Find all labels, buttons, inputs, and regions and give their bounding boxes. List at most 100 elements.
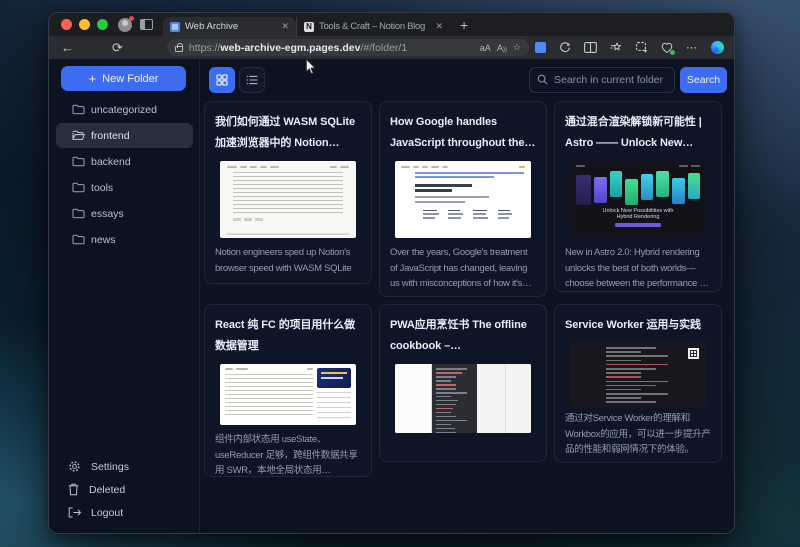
search-input[interactable] bbox=[529, 67, 675, 93]
toolbar-icons: ⋯ bbox=[535, 41, 724, 54]
favorite-star-icon[interactable]: ☆ bbox=[513, 42, 521, 53]
logout-icon bbox=[68, 507, 81, 518]
folder-label: uncategorized bbox=[91, 104, 157, 116]
thumb-table bbox=[423, 210, 525, 222]
grid-view-button[interactable] bbox=[209, 67, 235, 93]
menu-label: Logout bbox=[91, 507, 123, 519]
card-title: React 纯 FC 的项目用什么做数据管理 bbox=[215, 315, 361, 357]
list-view-button[interactable] bbox=[239, 67, 265, 93]
tab-panes-icon[interactable] bbox=[140, 19, 153, 30]
thumb-banner bbox=[317, 368, 351, 388]
card-title: How Google handles JavaScript throughout… bbox=[390, 112, 536, 154]
thumb-page-right bbox=[477, 364, 531, 433]
refresh-button[interactable]: ⟳ bbox=[112, 41, 123, 54]
minimize-window-button[interactable] bbox=[79, 19, 90, 30]
zoom-window-button[interactable] bbox=[97, 19, 108, 30]
card-wasm-sqlite[interactable]: 我们如何通过 WASM SQLite 加速浏览器中的 Notion ——… No… bbox=[204, 101, 372, 284]
tab-web-archive[interactable]: Web Archive ✕ bbox=[163, 17, 296, 36]
plus-icon: + bbox=[89, 72, 97, 85]
window-controls[interactable] bbox=[61, 19, 108, 30]
folder-icon bbox=[72, 182, 85, 193]
folder-open-icon bbox=[72, 130, 85, 141]
card-thumbnail bbox=[220, 161, 356, 238]
card-title: PWA应用烹饪书 The offline cookbook –… bbox=[390, 315, 536, 357]
web-capture-icon[interactable] bbox=[636, 42, 648, 53]
card-description: New in Astro 2.0: Hybrid rendering unloc… bbox=[565, 245, 711, 292]
new-tab-button[interactable]: + bbox=[460, 18, 468, 32]
folder-label: tools bbox=[91, 182, 113, 194]
search-box bbox=[529, 67, 675, 93]
new-folder-label: New Folder bbox=[102, 73, 158, 85]
thumb-page-left bbox=[395, 364, 432, 433]
main-topbar: Search bbox=[200, 59, 734, 101]
folder-icon bbox=[72, 234, 85, 245]
sidebar-item-frontend[interactable]: frontend bbox=[56, 123, 193, 148]
browser-essentials-icon[interactable] bbox=[661, 42, 673, 54]
thumb-nav bbox=[225, 368, 313, 370]
settings-button[interactable]: Settings bbox=[49, 455, 199, 478]
thumb-code-block bbox=[432, 364, 477, 433]
tab-bar: Web Archive ✕ N Tools & Craft – Notion B… bbox=[49, 13, 734, 36]
tab-title: Tools & Craft – Notion Blog bbox=[319, 21, 430, 32]
thumb-screens bbox=[576, 171, 700, 205]
list-icon bbox=[246, 75, 258, 85]
sidebar-item-uncategorized[interactable]: uncategorized bbox=[56, 97, 193, 122]
folder-label: essays bbox=[91, 208, 124, 220]
folder-label: frontend bbox=[91, 130, 130, 142]
cards-grid: 我们如何通过 WASM SQLite 加速浏览器中的 Notion ——… No… bbox=[204, 101, 734, 477]
mouse-cursor bbox=[305, 58, 317, 75]
thumb-caption: Unlock New Possibilities with Hybrid Ren… bbox=[598, 208, 678, 221]
thumb-nav bbox=[401, 166, 525, 168]
settings-menu-icon[interactable]: ⋯ bbox=[686, 41, 698, 54]
profile-avatar[interactable] bbox=[118, 18, 132, 32]
folder-label: news bbox=[91, 234, 116, 246]
search-icon bbox=[537, 74, 548, 85]
thumb-qr-code bbox=[688, 348, 699, 359]
card-pwa-cookbook[interactable]: PWA应用烹饪书 The offline cookbook –… bbox=[379, 304, 547, 462]
back-button[interactable]: ← bbox=[61, 41, 74, 54]
card-title: 我们如何通过 WASM SQLite 加速浏览器中的 Notion ——… bbox=[215, 112, 361, 154]
card-astro-hybrid[interactable]: 通过混合渲染解锁新可能性 | Astro —— Unlock New… Unlo… bbox=[554, 101, 722, 292]
workspaces-icon[interactable] bbox=[535, 42, 546, 53]
card-thumbnail bbox=[220, 364, 356, 425]
tab-notion-blog[interactable]: N Tools & Craft – Notion Blog ✕ bbox=[296, 17, 450, 36]
tab-title: Web Archive bbox=[185, 21, 276, 32]
grid-icon bbox=[216, 74, 228, 86]
sidebar-item-essays[interactable]: essays bbox=[56, 201, 193, 226]
address-bar[interactable]: https://web-archive-egm.pages.dev/#/fold… bbox=[167, 39, 529, 56]
sidebar-item-tools[interactable]: tools bbox=[56, 175, 193, 200]
close-window-button[interactable] bbox=[61, 19, 72, 30]
sidebar-item-news[interactable]: news bbox=[56, 227, 193, 252]
history-icon[interactable] bbox=[559, 42, 571, 54]
thumb-caption-bar bbox=[615, 223, 661, 227]
logout-button[interactable]: Logout bbox=[49, 501, 199, 524]
thumb-content bbox=[225, 368, 313, 421]
thumb-footer bbox=[227, 233, 349, 235]
new-folder-button[interactable]: + New Folder bbox=[61, 66, 186, 91]
read-aloud-icon[interactable]: A)) bbox=[497, 43, 507, 53]
copilot-icon[interactable] bbox=[711, 41, 724, 54]
browser-toolbar: ← ⟳ https://web-archive-egm.pages.dev/#/… bbox=[49, 36, 734, 59]
card-react-fc[interactable]: React 纯 FC 的项目用什么做数据管理 组件内部状态用 useState、… bbox=[204, 304, 372, 477]
search-button[interactable]: Search bbox=[680, 67, 727, 93]
notion-favicon: N bbox=[304, 22, 314, 32]
browser-window: Web Archive ✕ N Tools & Craft – Notion B… bbox=[48, 12, 735, 534]
deleted-button[interactable]: Deleted bbox=[49, 478, 199, 501]
card-description: Notion engineers sped up Notion's browse… bbox=[215, 245, 361, 276]
sidebar-item-backend[interactable]: backend bbox=[56, 149, 193, 174]
thumb-nav bbox=[576, 165, 700, 167]
menu-label: Deleted bbox=[89, 484, 125, 496]
card-thumbnail bbox=[570, 342, 706, 407]
search-area: Search bbox=[529, 67, 727, 93]
card-description: Over the years, Google's treatment of Ja… bbox=[390, 245, 536, 292]
split-screen-icon[interactable] bbox=[584, 42, 597, 53]
close-tab-icon[interactable]: ✕ bbox=[435, 21, 443, 32]
lock-icon bbox=[175, 46, 183, 52]
card-google-javascript[interactable]: How Google handles JavaScript throughout… bbox=[379, 101, 547, 297]
thumb-nav bbox=[227, 166, 349, 168]
card-service-worker[interactable]: Service Worker 运用与实践 通过对Service Worker的理… bbox=[554, 304, 722, 463]
card-thumbnail bbox=[395, 161, 531, 238]
close-tab-icon[interactable]: ✕ bbox=[281, 21, 289, 32]
translate-icon[interactable]: aA bbox=[480, 43, 491, 53]
collections-icon[interactable] bbox=[610, 42, 623, 53]
